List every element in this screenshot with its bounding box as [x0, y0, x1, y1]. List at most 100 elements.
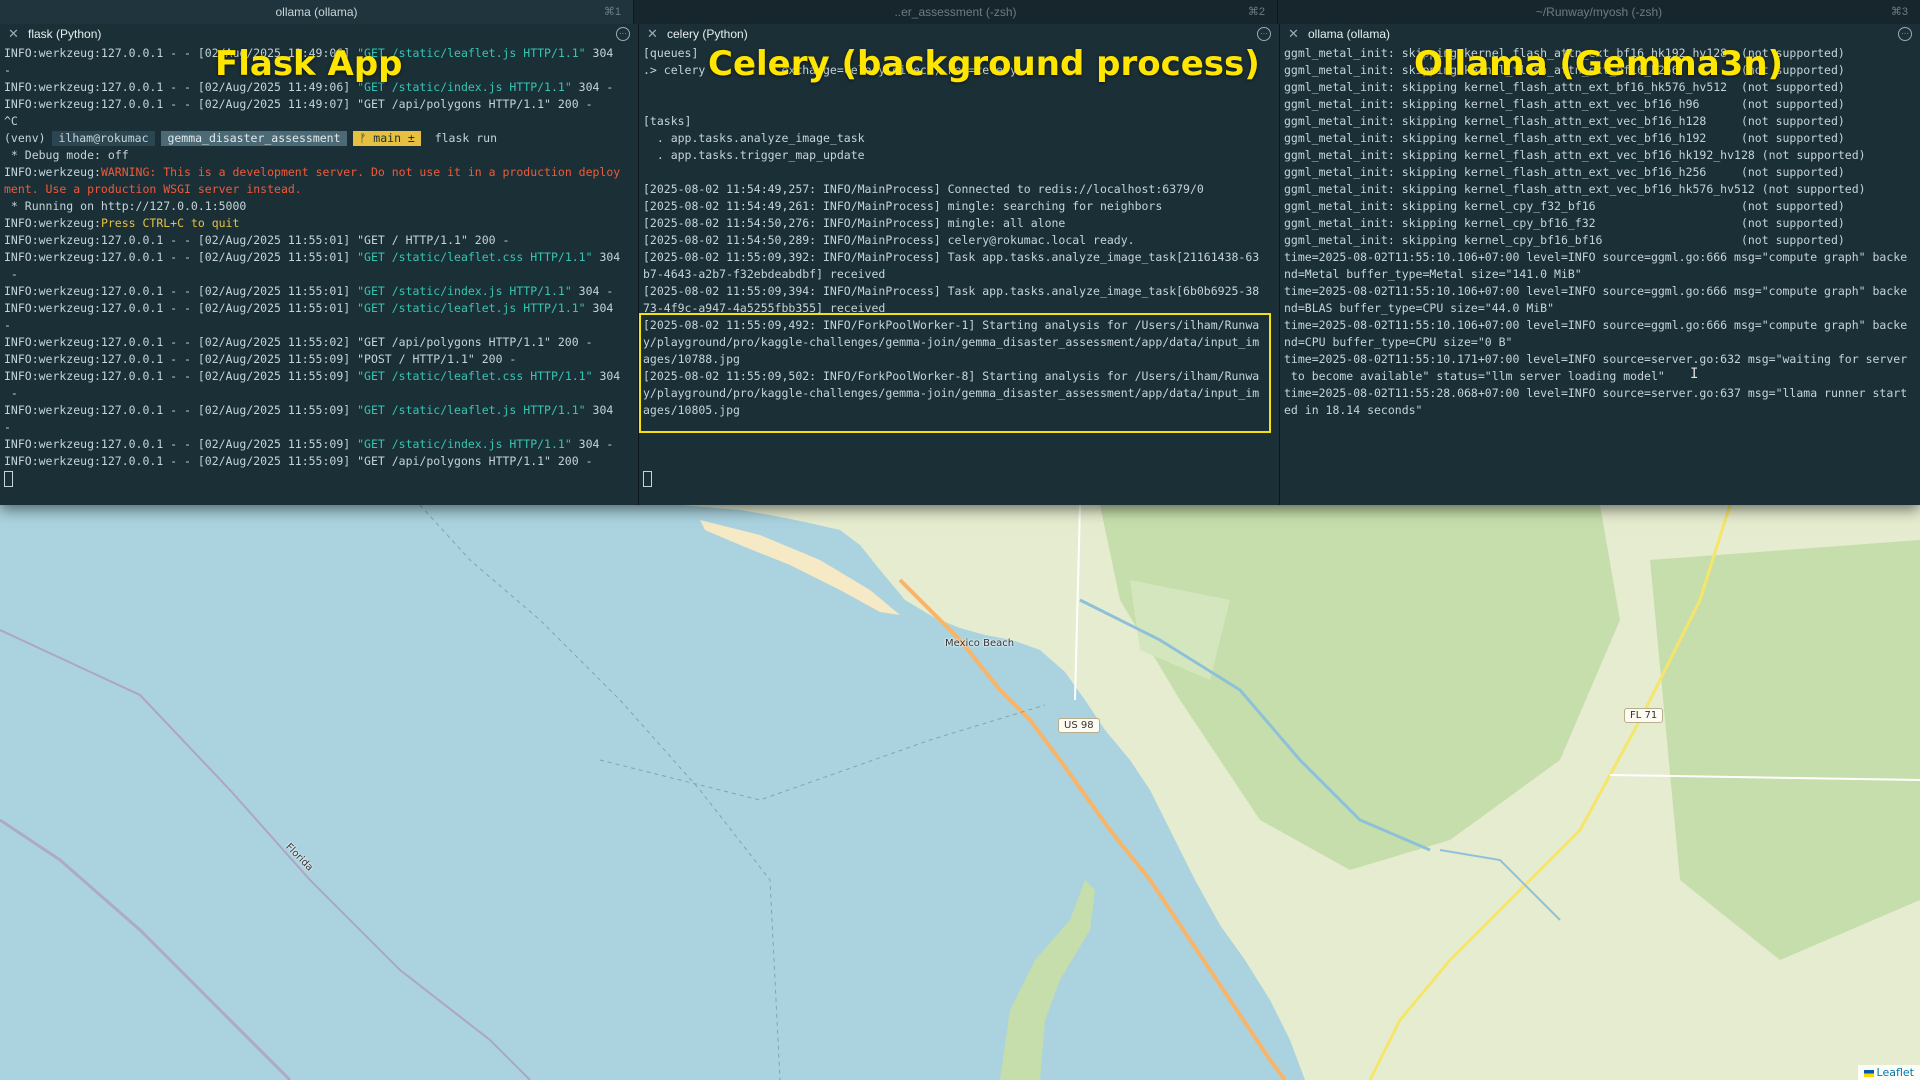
pane-flask[interactable]: ✕ flask (Python) ··· INFO:werkzeug:127.0…: [0, 24, 639, 505]
pane-menu-icon[interactable]: ···: [1898, 27, 1912, 41]
pane-menu-icon[interactable]: ···: [616, 27, 630, 41]
terminal-output[interactable]: INFO:werkzeug:127.0.0.1 - - [02/Aug/2025…: [0, 44, 638, 487]
line-text: ggml_metal_init: skipping kernel_flash_a…: [1284, 97, 1845, 111]
terminal-line: * Debug mode: off: [4, 147, 638, 164]
map-attribution[interactable]: Leaflet: [1857, 1065, 1920, 1080]
terminal-line: * Running on http://127.0.0.1:5000: [4, 198, 638, 215]
terminal-line: b7-4643-a2b7-f32ebdeabdbf] received: [643, 266, 1279, 283]
terminal-line: INFO:werkzeug:127.0.0.1 - - [02/Aug/2025…: [4, 283, 638, 300]
terminal-window: ollama (ollama) ⌘1 ..er_assessment (-zsh…: [0, 0, 1920, 505]
prompt-dir: gemma_disaster_assessment: [161, 131, 347, 146]
line-text: * Running on http://127.0.0.1:5000: [4, 199, 247, 213]
terminal-line: time=2025-08-02T11:55:10.106+07:00 level…: [1284, 249, 1920, 266]
terminal-line: INFO:werkzeug:127.0.0.1 - - [02/Aug/2025…: [4, 96, 638, 113]
line-text: -: [4, 63, 11, 77]
line-text: time=2025-08-02T11:55:10.171+07:00 level…: [1284, 352, 1908, 366]
prompt-user: ilham@rokumac: [52, 131, 155, 146]
terminal-line: ggml_metal_init: skipping kernel_flash_a…: [1284, 181, 1920, 198]
pane-menu-icon[interactable]: ···: [1257, 27, 1271, 41]
map-label-mexico-beach: Mexico Beach: [945, 638, 1015, 649]
prompt-branch: ᚠ main ±: [353, 131, 421, 146]
terminal-line: [2025-08-02 11:54:50,276: INFO/MainProce…: [643, 215, 1279, 232]
line-text: [2025-08-02 11:54:50,289: INFO/MainProce…: [643, 233, 1135, 247]
tab-3[interactable]: ~/Runway/myosh (-zsh) ⌘3: [1278, 0, 1920, 24]
line-text: time=2025-08-02T11:55:10.106+07:00 level…: [1284, 284, 1908, 298]
line-text: INFO:werkzeug:127.0.0.1 - - [02/Aug/2025…: [4, 233, 510, 247]
close-pane-icon[interactable]: ✕: [647, 24, 658, 44]
line-text: INFO:werkzeug:127.0.0.1 - - [02/Aug/2025…: [4, 301, 358, 315]
line-text: "GET /static/leaflet.css HTTP/1.1": [357, 250, 593, 264]
line-text: ed in 18.14 seconds": [1284, 403, 1423, 417]
line-text: INFO:werkzeug:127.0.0.1 - - [02/Aug/2025…: [4, 335, 593, 349]
line-text: [tasks]: [643, 114, 692, 128]
terminal-line: ggml_metal_init: skipping kernel_flash_a…: [1284, 147, 1920, 164]
line-text: ggml_metal_init: skipping kernel_flash_a…: [1284, 148, 1866, 162]
line-text: nd=CPU buffer_type=CPU size="0 B": [1284, 335, 1513, 349]
line-text: -: [4, 386, 18, 400]
terminal-line: [2025-08-02 11:55:09,394: INFO/MainProce…: [643, 283, 1279, 300]
line-text: -: [4, 267, 18, 281]
highlight-box: [639, 313, 1271, 433]
pane-header: ✕ ollama (ollama) ···: [1280, 24, 1920, 44]
line-text: * Debug mode: off: [4, 148, 129, 162]
line-text: INFO:werkzeug:: [4, 216, 101, 230]
tab-title: ..er_assessment (-zsh): [894, 5, 1017, 19]
terminal-line: ggml_metal_init: skipping kernel_flash_a…: [1284, 96, 1920, 113]
close-pane-icon[interactable]: ✕: [1288, 24, 1299, 44]
line-text: INFO:werkzeug:127.0.0.1 - - [02/Aug/2025…: [4, 454, 593, 468]
terminal-line: ggml_metal_init: skipping kernel_flash_a…: [1284, 113, 1920, 130]
line-text: INFO:werkzeug:127.0.0.1 - - [02/Aug/2025…: [4, 284, 358, 298]
terminal-line: nd=CPU buffer_type=CPU size="0 B": [1284, 334, 1920, 351]
line-text: [2025-08-02 11:54:50,276: INFO/MainProce…: [643, 216, 1066, 230]
line-text: time=2025-08-02T11:55:10.106+07:00 level…: [1284, 318, 1908, 332]
line-text: [queues]: [643, 46, 699, 60]
terminal-line: -: [4, 317, 638, 334]
line-text: [2025-08-02 11:55:09,392: INFO/MainProce…: [643, 250, 1260, 264]
line-text: INFO:werkzeug:127.0.0.1 - - [02/Aug/2025…: [4, 250, 358, 264]
line-text: "GET /static/leaflet.css HTTP/1.1": [357, 369, 593, 383]
line-text: nd=Metal buffer_type=Metal size="141.0 M…: [1284, 267, 1582, 281]
tab-1[interactable]: ollama (ollama) ⌘1: [0, 0, 634, 24]
terminal-line: time=2025-08-02T11:55:10.106+07:00 level…: [1284, 317, 1920, 334]
overlay-title-ollama: Ollama (Gemma3n): [1414, 44, 1784, 84]
terminal-line: ggml_metal_init: skipping kernel_cpy_bf1…: [1284, 232, 1920, 249]
line-text: 304: [585, 301, 614, 315]
line-text: WARNING: This is a development server. D…: [100, 165, 621, 179]
terminal-line: . app.tasks.trigger_map_update: [643, 147, 1279, 164]
terminal-line: (venv) ilham@rokumac gemma_disaster_asse…: [4, 130, 638, 147]
line-text: ggml_metal_init: skipping kernel_cpy_bf1…: [1284, 216, 1845, 230]
terminal-line: time=2025-08-02T11:55:28.068+07:00 level…: [1284, 385, 1920, 402]
line-text: 304: [585, 403, 614, 417]
close-pane-icon[interactable]: ✕: [8, 24, 19, 44]
terminal-output[interactable]: ggml_metal_init: skipping kernel_flash_a…: [1280, 44, 1920, 419]
line-text: INFO:werkzeug:127.0.0.1 - - [02/Aug/2025…: [4, 403, 358, 417]
line-text: "GET /static/index.js HTTP/1.1": [357, 437, 572, 451]
line-text: "GET /static/leaflet.js HTTP/1.1": [357, 301, 586, 315]
terminal-line: INFO:werkzeug:127.0.0.1 - - [02/Aug/2025…: [4, 249, 638, 266]
line-text: -: [4, 420, 11, 434]
line-text: 304: [592, 369, 621, 383]
tab-2[interactable]: ..er_assessment (-zsh) ⌘2: [634, 0, 1278, 24]
pane-title: celery (Python): [667, 27, 748, 41]
line-text: [2025-08-02 11:54:49,257: INFO/MainProce…: [643, 182, 1204, 196]
terminal-line: to become available" status="llm server …: [1284, 368, 1920, 385]
attribution-link[interactable]: Leaflet: [1877, 1066, 1914, 1079]
line-text: ggml_metal_init: skipping kernel_cpy_bf1…: [1284, 233, 1845, 247]
terminal-line: -: [4, 385, 638, 402]
line-text: INFO:werkzeug:: [4, 165, 101, 179]
prompt-venv: (venv): [4, 131, 46, 145]
terminal-cursor: [643, 470, 652, 487]
terminal-line: [2025-08-02 11:55:09,392: INFO/MainProce…: [643, 249, 1279, 266]
tab-title: ollama (ollama): [275, 5, 358, 19]
terminal-line: INFO:werkzeug:127.0.0.1 - - [02/Aug/2025…: [4, 232, 638, 249]
pane-title: ollama (ollama): [1308, 27, 1391, 41]
road-shield-fl71: FL 71: [1624, 708, 1664, 723]
line-text: INFO:werkzeug:127.0.0.1 - - [02/Aug/2025…: [4, 437, 358, 451]
pane-title: flask (Python): [28, 27, 102, 41]
tab-title: ~/Runway/myosh (-zsh): [1535, 5, 1663, 19]
terminal-line: ggml_metal_init: skipping kernel_flash_a…: [1284, 130, 1920, 147]
pane-ollama[interactable]: ✕ ollama (ollama) ··· ggml_metal_init: s…: [1280, 24, 1920, 505]
text-cursor-icon: I: [1690, 366, 1699, 382]
line-text: "GET /static/index.js HTTP/1.1": [357, 284, 572, 298]
